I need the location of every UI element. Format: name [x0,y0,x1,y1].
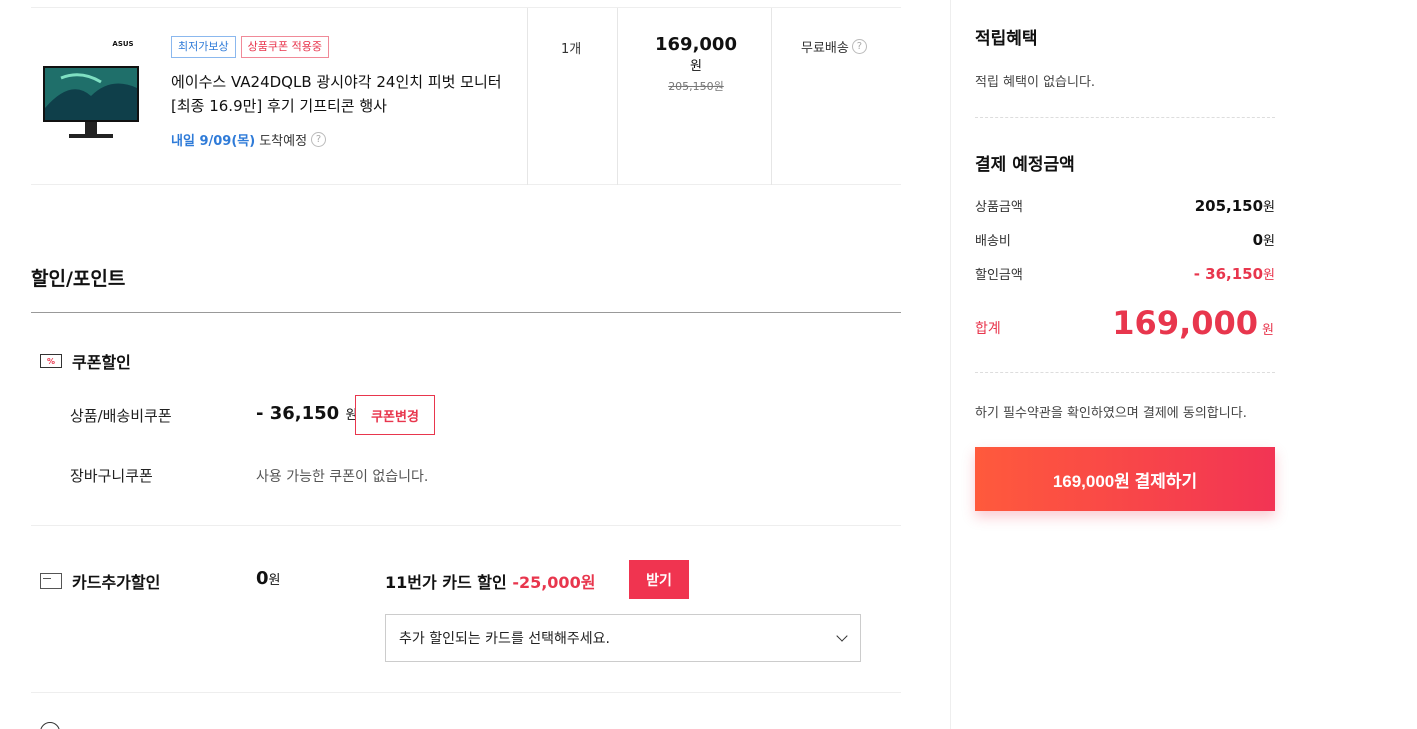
quantity: 1개 [561,42,582,57]
product-coupon-value: - 36,150 [256,403,340,424]
dashed-divider [975,117,1275,118]
get-card-discount-button[interactable]: 받기 [629,560,689,599]
cart-coupon-none: 사용 가능한 쿠폰이 없습니다. [256,469,429,485]
price-unit: 원 [690,59,702,74]
change-coupon-button[interactable]: 쿠폰변경 [355,395,435,435]
delivery-info: 내일 9/09(목) 도착예정 ? [171,130,327,149]
discount-section-title: 할인/포인트 [31,268,126,290]
shipping-info: 무료배송 ? [801,37,867,56]
summary-row-shipping: 배송비 0원 [975,230,1275,249]
product-row: ASUS 최저가보상 상품쿠폰 적용중 에이수스 VA24DQLB 광시야각 2… [31,7,901,185]
column-divider [617,8,618,185]
summary-value: 205,150원 [1194,197,1275,215]
shipping-label: 무료배송 [801,41,849,56]
card-select-placeholder: 추가 할인되는 카드를 선택해주세요. [399,631,610,647]
original-price: 205,150원 [668,80,724,93]
total-value: 169,000 [1112,304,1259,342]
row-divider [31,692,901,693]
card-title: 카드추가할인 [72,573,161,592]
card-promo: 11번가 카드 할인 -25,000원 [385,569,595,593]
order-main: ASUS 최저가보상 상품쿠폰 적용중 에이수스 VA24DQLB 광시야각 2… [0,0,950,729]
pay-button[interactable]: 169,000원 결제하기 [975,447,1275,511]
payment-title: 결제 예정금액 [975,155,1075,175]
row-divider [31,525,901,526]
product-name-link[interactable]: 에이수스 VA24DQLB 광시야각 24인치 피벗 모니터 [최종 16.9만… [171,70,511,118]
summary-label: 상품금액 [975,200,1023,215]
card-promo-discount: -25,000원 [512,573,596,592]
section-divider [31,312,901,313]
product-thumbnail[interactable]: ASUS [41,38,141,142]
card-discount-title: 카드추가할인 [40,569,160,593]
product-coupon-amount: - 36,150 원 [256,403,357,424]
help-icon[interactable]: ? [851,39,867,54]
summary-row-product: 상품금액 205,150원 [975,196,1275,215]
coupon-applied-badge: 상품쿠폰 적용중 [240,36,329,58]
product-coupon-label: 상품/배송비쿠폰 [70,407,172,425]
coupon-icon: % [40,354,62,368]
chevron-down-icon [836,630,848,642]
summary-label: 할인금액 [975,268,1023,283]
coupon-discount-title: % 쿠폰할인 [40,349,131,373]
points-text: 적립 혜택이 없습니다. [975,75,1096,90]
card-amount-value: 0 [256,568,269,589]
column-divider [527,8,528,185]
points-title: 적립혜택 [975,29,1038,49]
sale-price: 169,000 [655,34,737,55]
total-unit: 원 [1262,323,1274,338]
summary-row-discount: 할인금액 - 36,150원 [975,264,1275,283]
agreement-text: 하기 필수약관을 확인하였으며 결제에 동의합니다. [975,406,1247,421]
delivery-suffix: 도착예정 [259,134,308,149]
summary-label: 배송비 [975,234,1011,249]
brand-logo: ASUS [112,40,133,48]
total-label: 합계 [975,321,1001,337]
dashed-divider [975,372,1275,373]
delivery-date: 내일 9/09(목) [171,134,256,149]
column-divider [771,8,772,185]
lowest-price-badge: 최저가보상 [171,36,236,58]
coupon-title: 쿠폰할인 [72,353,131,372]
summary-value: - 36,150원 [1193,265,1275,283]
card-promo-text: 11번가 카드 할인 [385,573,507,592]
help-icon[interactable]: ? [311,132,327,147]
price-cell: 169,000 원 205,150원 [651,34,741,94]
card-select-dropdown[interactable]: 추가 할인되는 카드를 선택해주세요. [385,614,861,662]
cart-coupon-label: 장바구니쿠폰 [70,467,153,485]
total-amount: 169,000 원 [1112,304,1274,342]
amount-unit: 원 [268,573,281,588]
card-discount-amount: 0원 [256,568,281,589]
card-icon [40,573,62,589]
product-badges: 최저가보상 상품쿠폰 적용중 [171,36,329,58]
summary-value: 0원 [1252,231,1275,249]
point-icon [40,722,60,729]
order-summary-panel: 적립혜택 적립 혜택이 없습니다. 결제 예정금액 상품금액 205,150원 … [950,0,1417,729]
